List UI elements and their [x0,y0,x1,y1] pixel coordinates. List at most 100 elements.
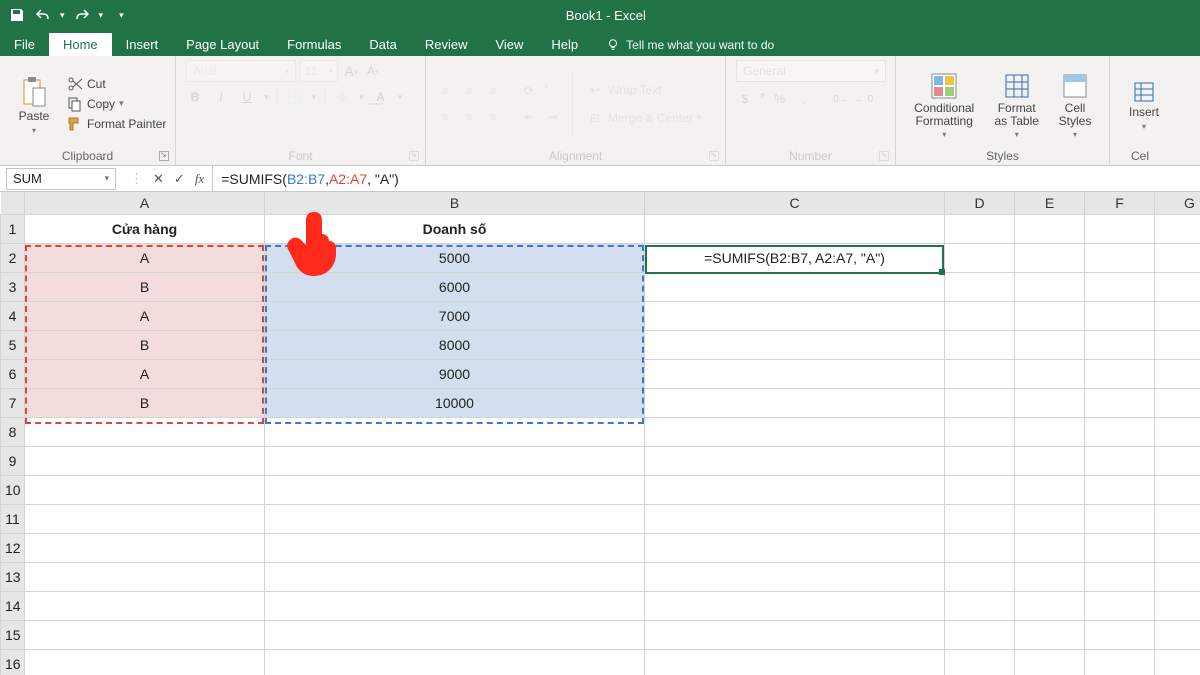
cell-C1[interactable] [645,214,945,243]
tab-review[interactable]: Review [411,33,482,56]
fill-color-button[interactable] [333,88,351,106]
row-header[interactable]: 2 [1,243,25,272]
name-box[interactable]: SUM▾ [6,168,116,190]
col-header-A[interactable]: A [25,192,265,214]
row-header[interactable]: 6 [1,359,25,388]
cancel-formula-icon[interactable]: ✕ [153,171,164,187]
tab-file[interactable]: File [0,33,49,56]
tab-page-layout[interactable]: Page Layout [172,33,273,56]
cell-A6[interactable]: A [25,359,265,388]
decrease-font-icon[interactable]: A▾ [364,62,382,80]
col-header-F[interactable]: F [1085,192,1155,214]
cell-A2[interactable]: A [25,243,265,272]
cell-B4[interactable]: 7000 [265,301,645,330]
align-top-icon[interactable]: ≡ [436,82,454,100]
cell-B2[interactable]: 5000 [265,243,645,272]
font-color-button[interactable]: A [372,88,390,106]
row-header[interactable]: 7 [1,388,25,417]
cell-A1[interactable]: Cửa hàng [25,214,265,243]
tab-data[interactable]: Data [355,33,410,56]
row-header[interactable]: 15 [1,620,25,649]
row-header[interactable]: 13 [1,562,25,591]
italic-button[interactable]: I [212,88,230,106]
comma-format-icon[interactable]: , [795,90,813,108]
decrease-indent-icon[interactable]: ⇤ [520,108,538,126]
redo-icon[interactable] [73,6,91,24]
row-header[interactable]: 3 [1,272,25,301]
enter-formula-icon[interactable]: ✓ [174,171,185,187]
wrap-text-button[interactable]: ↩Wrap Text [583,80,704,100]
row-header[interactable]: 1 [1,214,25,243]
dialog-launcher-icon[interactable] [879,151,889,161]
increase-indent-icon[interactable]: ⇥ [544,108,562,126]
tab-view[interactable]: View [481,33,537,56]
undo-dropdown-icon[interactable]: ▾ [60,10,65,21]
orientation-icon[interactable]: ⟳ [520,82,538,100]
row-header[interactable]: 14 [1,591,25,620]
decrease-decimal-icon[interactable]: ←.0 [855,90,873,108]
cell-C2[interactable]: =SUMIFS(B2:B7, A2:A7, "A") [645,243,945,272]
format-painter-button[interactable]: Format Painter [64,115,169,133]
underline-button[interactable]: U [238,88,256,106]
align-right-icon[interactable]: ≡ [484,108,502,126]
fx-icon[interactable]: fx [195,171,204,187]
increase-font-icon[interactable]: A▴ [342,62,360,80]
row-header[interactable]: 11 [1,504,25,533]
border-button[interactable] [286,88,304,106]
qat-customize-icon[interactable]: ▾ [119,10,124,21]
dialog-launcher-icon[interactable] [159,151,169,161]
font-name-combo[interactable]: Arial▾ [186,60,296,82]
cell-A5[interactable]: B [25,330,265,359]
cell-B7[interactable]: 10000 [265,388,645,417]
tell-me[interactable]: Tell me what you want to do [592,34,788,56]
align-bottom-icon[interactable]: ≡ [484,82,502,100]
copy-button[interactable]: Copy▾ [64,95,169,113]
grid[interactable]: A B C D E F G 1 Cửa hàng Doanh số 2 A 50… [0,192,1200,675]
col-header-E[interactable]: E [1015,192,1085,214]
row-header[interactable]: 12 [1,533,25,562]
row-header[interactable]: 8 [1,417,25,446]
tab-formulas[interactable]: Formulas [273,33,355,56]
bold-button[interactable]: B [186,88,204,106]
undo-icon[interactable] [34,6,52,24]
cell-A3[interactable]: B [25,272,265,301]
redo-dropdown-icon[interactable]: ▾ [99,10,104,21]
row-header[interactable]: 9 [1,446,25,475]
tab-insert[interactable]: Insert [112,33,173,56]
cell-B1[interactable]: Doanh số [265,214,645,243]
row-header[interactable]: 16 [1,649,25,675]
tab-home[interactable]: Home [49,33,112,56]
dialog-launcher-icon[interactable] [409,151,419,161]
cell-A7[interactable]: B [25,388,265,417]
cell-B5[interactable]: 8000 [265,330,645,359]
merge-center-button[interactable]: ⊟Merge & Center ▾ [583,108,704,128]
increase-decimal-icon[interactable]: .0→ [831,90,849,108]
select-all-corner[interactable] [1,192,25,214]
col-header-D[interactable]: D [945,192,1015,214]
col-header-G[interactable]: G [1155,192,1200,214]
formula-input[interactable]: =SUMIFS(B2:B7, A2:A7, "A") [212,166,1200,191]
col-header-B[interactable]: B [265,192,645,214]
col-header-C[interactable]: C [645,192,945,214]
format-as-table-button[interactable]: Format as Table▾ [988,68,1045,139]
cell-styles-button[interactable]: Cell Styles▾ [1051,68,1099,139]
paste-button[interactable]: Paste ▾ [10,72,58,134]
cell-B3[interactable]: 6000 [265,272,645,301]
dialog-launcher-icon[interactable] [709,151,719,161]
accounting-format-icon[interactable]: $ [736,90,754,108]
tab-help[interactable]: Help [537,33,592,56]
row-header[interactable]: 5 [1,330,25,359]
row-header[interactable]: 10 [1,475,25,504]
font-size-combo[interactable]: 11▾ [300,60,338,82]
align-left-icon[interactable]: ≡ [436,108,454,126]
worksheet[interactable]: A B C D E F G 1 Cửa hàng Doanh số 2 A 50… [0,192,1200,675]
align-center-icon[interactable]: ≡ [460,108,478,126]
cell-A4[interactable]: A [25,301,265,330]
align-middle-icon[interactable]: ≡ [460,82,478,100]
insert-cells-button[interactable]: Insert▾ [1120,76,1168,130]
number-format-combo[interactable]: General▾ [736,60,886,82]
cell-B6[interactable]: 9000 [265,359,645,388]
percent-format-icon[interactable]: % [771,90,789,108]
row-header[interactable]: 4 [1,301,25,330]
save-icon[interactable] [8,6,26,24]
